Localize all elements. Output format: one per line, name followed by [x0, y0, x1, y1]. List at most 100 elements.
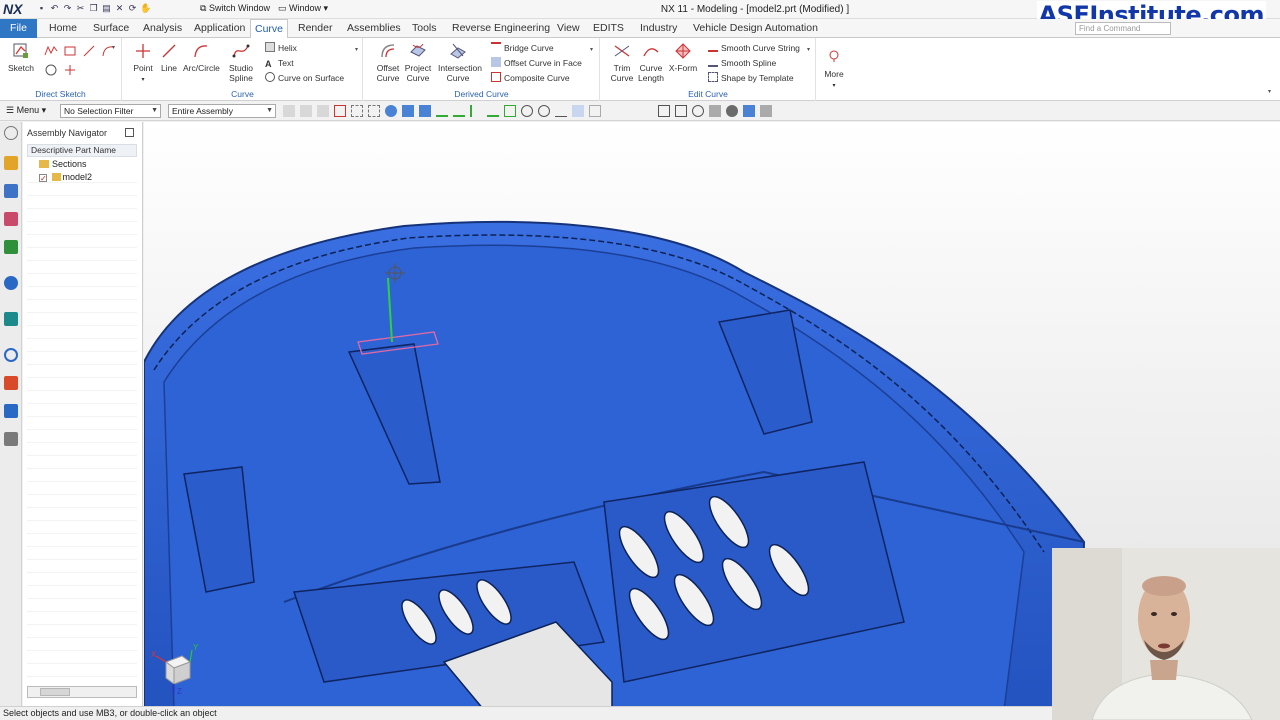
helix-button[interactable]: Helix	[265, 41, 297, 55]
offset-in-face-button[interactable]: Offset Curve in Face	[491, 56, 582, 70]
sketch-button[interactable]: Sketch	[3, 42, 39, 73]
system-materials-icon[interactable]	[4, 432, 18, 446]
smooth-spline-button[interactable]: Smooth Spline	[708, 56, 776, 70]
fit-view-icon[interactable]	[658, 105, 670, 117]
tab-home[interactable]: Home	[45, 19, 81, 38]
profile-icon[interactable]	[44, 44, 58, 58]
dropdown-arrow-icon[interactable]: ▾	[807, 46, 810, 53]
selection-filter-select[interactable]: No Selection Filter ▼	[60, 104, 161, 118]
zoom-icon[interactable]	[675, 105, 687, 117]
rotate-icon[interactable]	[692, 105, 704, 117]
tab-file[interactable]: File	[0, 19, 37, 38]
sketch-point-icon[interactable]	[63, 63, 77, 77]
tab-surface[interactable]: Surface	[89, 19, 133, 38]
ribbon-options-icon[interactable]: ▾	[1268, 88, 1271, 95]
selection-scope-select[interactable]: Entire Assembly ▼	[168, 104, 276, 118]
snap-icon[interactable]	[317, 105, 329, 117]
pin-icon[interactable]	[125, 128, 134, 137]
arc-circle-button[interactable]: Arc/Circle	[183, 42, 220, 73]
smooth-curve-string-button[interactable]: Smooth Curve String	[708, 41, 800, 55]
edge-select-icon[interactable]	[436, 105, 448, 117]
history-icon[interactable]	[4, 312, 18, 326]
tab-vehicle-design-automation[interactable]: Vehicle Design Automation	[689, 19, 822, 38]
composite-curve-label: Composite Curve	[504, 73, 570, 83]
tree-item-model2[interactable]: ✓ model2	[39, 171, 92, 183]
tab-tools[interactable]: Tools	[408, 19, 441, 38]
tab-reverse-engineering[interactable]: Reverse Engineering	[448, 19, 554, 38]
tree-item-sections[interactable]: Sections	[39, 158, 87, 170]
offset-label-2: Curve	[376, 73, 400, 83]
presenter-video	[1052, 548, 1280, 720]
checkbox-icon[interactable]: ✓	[39, 174, 47, 183]
scrollbar-thumb[interactable]	[40, 688, 70, 696]
settings-gear-icon[interactable]	[4, 126, 18, 140]
dropdown-arrow-icon[interactable]: ▾	[112, 44, 115, 51]
horizontal-scrollbar[interactable]	[27, 686, 137, 698]
project-curve-button[interactable]: Project Curve	[400, 42, 436, 83]
deselect-icon[interactable]	[300, 105, 312, 117]
rectangle-icon[interactable]	[63, 44, 77, 58]
tab-analysis[interactable]: Analysis	[139, 19, 186, 38]
sketch-line-icon[interactable]	[82, 44, 96, 58]
midpoint-icon[interactable]	[487, 105, 499, 117]
tab-industry[interactable]: Industry	[636, 19, 681, 38]
tab-assemblies[interactable]: Assemblies	[343, 19, 405, 38]
triad-z-label: Z	[177, 687, 182, 696]
quadrant-point-icon[interactable]	[538, 105, 550, 117]
pole-icon[interactable]	[589, 105, 601, 117]
intersection-point-icon[interactable]	[504, 105, 516, 117]
reuse-library-icon[interactable]	[4, 240, 18, 254]
process-studio-icon[interactable]	[4, 376, 18, 390]
command-search-input[interactable]: Find a Command	[1075, 22, 1171, 35]
roles-icon[interactable]	[4, 404, 18, 418]
dropdown-arrow-icon[interactable]: ▾	[355, 46, 358, 53]
project-curve-icon	[410, 43, 426, 57]
endpoint-icon[interactable]	[470, 105, 482, 117]
background-icon[interactable]	[726, 105, 738, 117]
text-button[interactable]: A Text	[265, 56, 294, 70]
trim-label-2: Curve	[610, 73, 634, 83]
orient-view-icon[interactable]	[743, 105, 755, 117]
render-style-icon[interactable]	[709, 105, 721, 117]
assembly-navigator-icon[interactable]	[4, 156, 18, 170]
web-browser-icon[interactable]	[4, 276, 18, 290]
line-button[interactable]: Line	[151, 42, 187, 73]
dropdown-arrow-icon[interactable]: ▾	[590, 46, 593, 53]
body-select-icon[interactable]	[402, 105, 414, 117]
show-hide-icon[interactable]	[760, 105, 772, 117]
part-navigator-icon[interactable]	[4, 212, 18, 226]
x-form-icon	[675, 43, 691, 59]
tab-view[interactable]: View	[553, 19, 584, 38]
sketch-circle-icon[interactable]	[44, 63, 58, 77]
menu-button[interactable]: ☰ Menu ▾	[6, 105, 46, 116]
shape-by-template-button[interactable]: Shape by Template	[708, 71, 794, 85]
tab-curve[interactable]: Curve	[250, 19, 289, 39]
more-button[interactable]: More ▾	[818, 48, 850, 91]
bridge-curve-button[interactable]: Bridge Curve	[491, 41, 554, 55]
arc-icon	[194, 45, 208, 58]
face-select-icon[interactable]	[419, 105, 431, 117]
lasso-icon[interactable]	[351, 105, 363, 117]
curve-select-icon[interactable]	[453, 105, 465, 117]
intersection-curve-button[interactable]: Intersection Curve	[438, 42, 482, 83]
tab-application[interactable]: Application	[190, 19, 249, 38]
column-header[interactable]: Descriptive Part Name	[27, 144, 137, 157]
composite-curve-button[interactable]: Composite Curve	[491, 71, 570, 85]
constraint-navigator-icon[interactable]	[4, 184, 18, 198]
tab-render[interactable]: Render	[294, 19, 336, 38]
arc-center-icon[interactable]	[521, 105, 533, 117]
tab-edits[interactable]: EDITS	[589, 19, 628, 38]
select-face-icon[interactable]	[334, 105, 346, 117]
curve-length-button[interactable]: Curve Length	[633, 42, 669, 83]
point-on-curve-icon[interactable]	[555, 105, 567, 117]
view-select-icon[interactable]	[385, 105, 397, 117]
group-label-edit-curve: Edit Curve	[688, 89, 728, 99]
studio-spline-button[interactable]: Studio Spline	[223, 42, 259, 83]
select-all-icon[interactable]	[283, 105, 295, 117]
point-on-face-icon[interactable]	[572, 105, 584, 117]
rectangle-select-icon[interactable]	[368, 105, 380, 117]
arc-label: Arc/Circle	[183, 63, 220, 73]
x-form-button[interactable]: X-Form	[665, 42, 701, 73]
clock-icon[interactable]	[4, 348, 18, 362]
curve-on-surface-button[interactable]: Curve on Surface	[265, 71, 344, 85]
